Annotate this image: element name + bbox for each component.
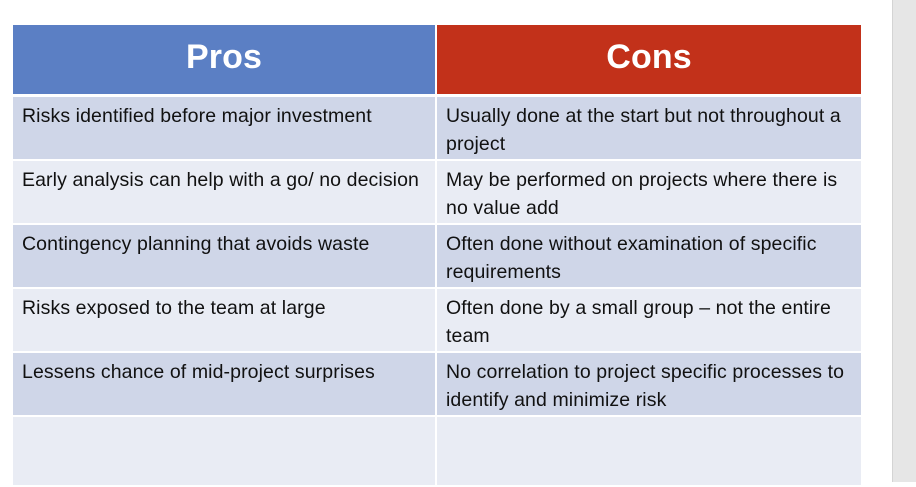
con-cell-4: Often done by a small group – not the en… <box>437 289 861 353</box>
cons-header: Cons <box>437 25 861 97</box>
pro-cell-5: Lessens chance of mid-project surprises <box>13 353 437 417</box>
pro-cell-6 <box>13 417 437 487</box>
con-cell-5: No correlation to project specific proce… <box>437 353 861 417</box>
side-panel-edge <box>892 0 916 482</box>
pro-cell-1: Risks identified before major investment <box>13 97 437 161</box>
pro-cell-2: Early analysis can help with a go/ no de… <box>13 161 437 225</box>
pro-cell-4: Risks exposed to the team at large <box>13 289 437 353</box>
pros-header: Pros <box>13 25 437 97</box>
slide: Pros Cons Risks identified before major … <box>0 0 892 487</box>
con-cell-1: Usually done at the start but not throug… <box>437 97 861 161</box>
con-cell-6 <box>437 417 861 487</box>
con-cell-2: May be performed on projects where there… <box>437 161 861 225</box>
pro-cell-3: Contingency planning that avoids waste <box>13 225 437 289</box>
pros-cons-table: Pros Cons Risks identified before major … <box>13 25 861 487</box>
con-cell-3: Often done without examination of specif… <box>437 225 861 289</box>
